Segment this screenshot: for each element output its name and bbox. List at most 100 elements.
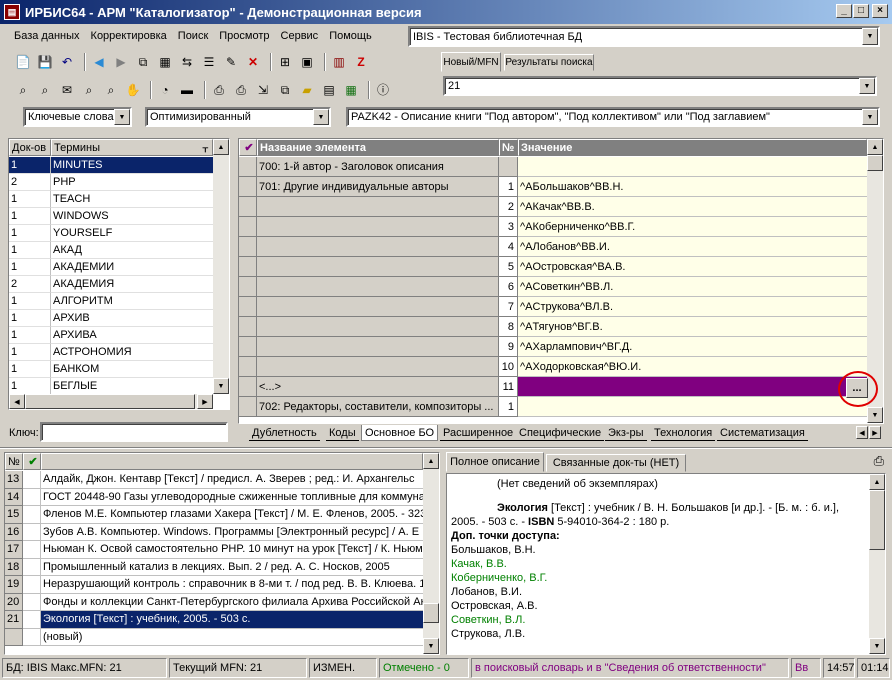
- tab-codes[interactable]: Коды: [326, 425, 359, 441]
- dictionary-row[interactable]: 1 WINDOWS: [9, 208, 213, 225]
- dictionary-row[interactable]: 1 YOURSELF: [9, 225, 213, 242]
- menu-view[interactable]: Просмотр: [219, 30, 269, 42]
- record-checkbox[interactable]: [23, 628, 41, 646]
- key-input[interactable]: [40, 422, 228, 442]
- info-icon[interactable]: ⓘ: [374, 81, 392, 99]
- delete-icon[interactable]: ✕: [244, 53, 262, 71]
- worksheet-row[interactable]: 4 ^AЛобанов^BВ.И.: [239, 237, 867, 257]
- plus-doc-icon[interactable]: ⊞: [276, 53, 294, 71]
- export-icon[interactable]: ⇆: [178, 53, 196, 71]
- pin-icon[interactable]: ᚁ: [203, 141, 208, 154]
- worksheet-row[interactable]: 702: Редакторы, составители, композиторы…: [239, 397, 867, 417]
- scroll-down-icon[interactable]: ▼: [867, 407, 883, 423]
- element-value[interactable]: ^AЛобанов^BВ.И.: [518, 237, 867, 257]
- tab-duplicates[interactable]: Дублетность: [249, 425, 320, 441]
- check-icon[interactable]: ✔: [23, 453, 41, 470]
- records-vscroll[interactable]: ▲ ▼: [423, 453, 439, 654]
- scroll-up-icon[interactable]: ▲: [869, 474, 885, 490]
- scroll-down-icon[interactable]: ▼: [213, 378, 229, 394]
- record-row[interactable]: 19 Неразрушающий контроль : справочник в …: [5, 576, 423, 594]
- dictionary-mode-select[interactable]: Оптимизированный ▼: [145, 107, 331, 127]
- tab-scroll-right-icon[interactable]: ▶: [869, 426, 881, 439]
- worksheet-row[interactable]: 9 ^AХарлампович^BГ.Д.: [239, 337, 867, 357]
- element-value[interactable]: ^AКоберниченко^BВ.Г.: [518, 217, 867, 237]
- menu-service[interactable]: Сервис: [281, 30, 319, 42]
- tab-linked-docs[interactable]: Связанные док-ты (НЕТ): [546, 454, 686, 472]
- dictionary-row[interactable]: 1 АРХИВА: [9, 327, 213, 344]
- z-icon[interactable]: Z: [352, 53, 370, 71]
- record-row[interactable]: 17 Ньюман К. Освой самостоятельно PHP. 10…: [5, 541, 423, 559]
- import-icon[interactable]: ⇲: [254, 81, 272, 99]
- open-folder-icon[interactable]: ▰: [298, 81, 316, 99]
- element-value[interactable]: ^AКачак^BВ.В.: [518, 197, 867, 217]
- print-list-icon[interactable]: ⎙: [232, 81, 250, 99]
- scroll-left-icon[interactable]: ◀: [9, 394, 25, 409]
- dictionary-type-select[interactable]: Ключевые слова ▼: [23, 107, 132, 127]
- database-select[interactable]: IBIS - Тестовая библиотечная БД ▼: [408, 26, 880, 47]
- dictionary-row[interactable]: 2 PHP: [9, 174, 213, 191]
- mail-icon[interactable]: ✉: [58, 81, 76, 99]
- dictionary-row[interactable]: 1 БЕГЛЫЕ: [9, 378, 213, 395]
- tab-full-description[interactable]: Полное описание: [446, 452, 544, 472]
- dictionary-row[interactable]: 1 АСТРОНОМИЯ: [9, 344, 213, 361]
- element-value[interactable]: [518, 377, 867, 397]
- tab-specific[interactable]: Специфические: [516, 425, 605, 441]
- element-value[interactable]: ^AСтрукова^BЛ.В.: [518, 297, 867, 317]
- record-row[interactable]: 18 Промышленный катализ в лекциях. Вып. 2…: [5, 558, 423, 576]
- tab-main[interactable]: Основное БО: [361, 425, 439, 441]
- dictionary-row[interactable]: 1 АКАДЕМИИ: [9, 259, 213, 276]
- worksheet-row[interactable]: 10 ^AХодорковская^BЮ.И.: [239, 357, 867, 377]
- chevron-down-icon[interactable]: ▼: [114, 109, 130, 125]
- mfn-input[interactable]: 21 ▼: [443, 76, 877, 96]
- copy-icon[interactable]: ⧉: [276, 81, 294, 99]
- forward-arrow-icon[interactable]: ▶: [112, 53, 130, 71]
- copy-record-icon[interactable]: ⧉: [134, 53, 152, 71]
- worksheet-row[interactable]: 700: 1-й автор - Заголовок описания: [239, 157, 867, 177]
- menu-database[interactable]: База данных: [14, 30, 80, 42]
- print-icon[interactable]: ⎙: [210, 81, 228, 99]
- element-value[interactable]: ^AХарлампович^BГ.Д.: [518, 337, 867, 357]
- record-row[interactable]: 16 Зубов А.В. Компьютер. Windows. Програм…: [5, 523, 423, 541]
- worksheet-row[interactable]: 3 ^AКоберниченко^BВ.Г.: [239, 217, 867, 237]
- chevron-down-icon[interactable]: ▼: [862, 109, 878, 125]
- record-checkbox[interactable]: [23, 523, 41, 541]
- table-icon[interactable]: ▦: [156, 53, 174, 71]
- dictionary-row[interactable]: 2 АКАДЕМИЯ: [9, 276, 213, 293]
- chevron-down-icon[interactable]: ▼: [862, 28, 878, 45]
- list-icon[interactable]: ☰: [200, 53, 218, 71]
- element-value[interactable]: ^AСоветкин^BВ.Л.: [518, 277, 867, 297]
- new-record-icon[interactable]: 📄: [14, 53, 32, 71]
- record-row[interactable]: 13 Алдайк, Джон. Кентавр [Текст] / предис…: [5, 471, 423, 489]
- menu-search[interactable]: Поиск: [178, 30, 208, 42]
- worksheet-row[interactable]: 8 ^AТягунов^BГ.В.: [239, 317, 867, 337]
- chevron-down-icon[interactable]: ▼: [859, 78, 875, 94]
- folder-icon[interactable]: ▬: [178, 81, 196, 99]
- search-edit-icon[interactable]: ⌕: [36, 81, 54, 99]
- excel-icon[interactable]: ▦: [342, 81, 360, 99]
- dictionary-row[interactable]: 1 MINUTES: [9, 157, 213, 174]
- scroll-down-icon[interactable]: ▼: [423, 638, 439, 654]
- scroll-up-icon[interactable]: ▲: [213, 139, 229, 155]
- undo-icon[interactable]: ↶: [58, 53, 76, 71]
- scroll-up-icon[interactable]: ▲: [867, 139, 883, 155]
- tab-scroll-left-icon[interactable]: ◀: [856, 426, 868, 439]
- minimize-button[interactable]: _: [836, 4, 852, 18]
- edit-icon[interactable]: ✎: [222, 53, 240, 71]
- scroll-up-icon[interactable]: ▲: [423, 453, 439, 469]
- maximize-button[interactable]: □: [853, 4, 869, 18]
- chevron-down-icon[interactable]: ▼: [313, 109, 329, 125]
- worksheet-row[interactable]: 5 ^AОстровская^BА.В.: [239, 257, 867, 277]
- dictionary-row[interactable]: 1 TEACH: [9, 191, 213, 208]
- record-row[interactable]: 15 Фленов М.Е. Компьютер глазами Хакера […: [5, 506, 423, 524]
- record-checkbox[interactable]: [23, 541, 41, 559]
- tab-classification[interactable]: Систематизация: [717, 425, 808, 441]
- glasses-icon[interactable]: ◔: [156, 81, 174, 99]
- element-value[interactable]: ^AБольшаков^BВ.Н.: [518, 177, 867, 197]
- tab-copies[interactable]: Экз-ры: [605, 425, 647, 441]
- dictionary-hscroll[interactable]: ◀ ▶: [9, 394, 213, 409]
- check-icon[interactable]: ✔: [239, 139, 257, 156]
- record-checkbox[interactable]: [23, 576, 41, 594]
- record-row[interactable]: 21 Экология [Текст] : учебник, 2005. - 50…: [5, 611, 423, 629]
- close-button[interactable]: ×: [872, 4, 888, 18]
- dictionary-row[interactable]: 1 АРХИВ: [9, 310, 213, 327]
